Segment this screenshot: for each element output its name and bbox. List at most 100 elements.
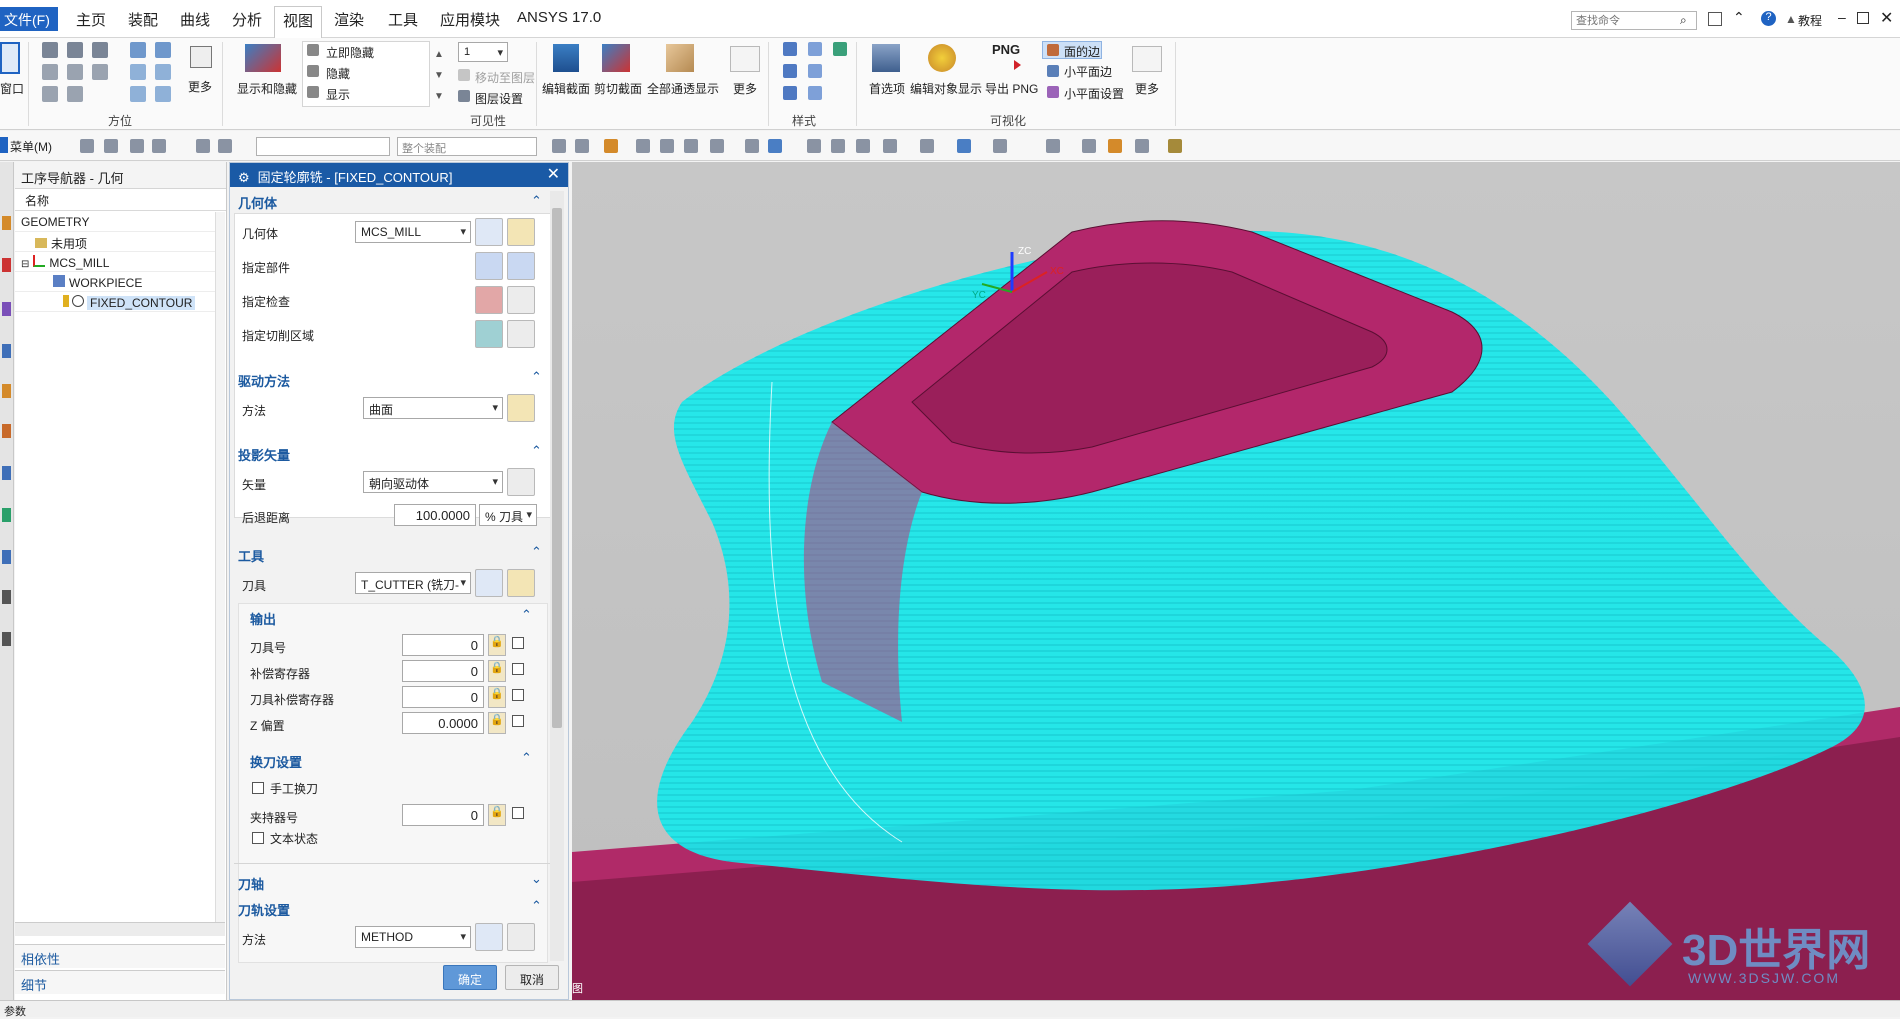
- window-icon[interactable]: [0, 42, 20, 74]
- collapse-icon[interactable]: ⊟: [21, 259, 29, 270]
- holder-checkbox[interactable]: [512, 807, 524, 819]
- point-center-icon[interactable]: [684, 139, 698, 153]
- pan-icon[interactable]: [130, 64, 146, 80]
- point-mid-icon[interactable]: [604, 139, 618, 153]
- edit-section-icon[interactable]: [553, 44, 579, 72]
- section-more-icon[interactable]: [730, 46, 760, 72]
- details-panel[interactable]: 细节: [15, 970, 225, 994]
- path-method-select[interactable]: METHOD: [355, 926, 471, 948]
- point-snap-icon[interactable]: [552, 139, 566, 153]
- section-tool-header[interactable]: 工具: [238, 546, 264, 565]
- help-icon[interactable]: ?: [1761, 11, 1776, 26]
- z-offset-lock-icon[interactable]: 🔒: [488, 712, 506, 734]
- adjust-register-input[interactable]: 0: [402, 660, 484, 682]
- z-offset-checkbox[interactable]: [512, 715, 524, 727]
- style-partial-icon[interactable]: [783, 64, 797, 78]
- select-all-icon[interactable]: [152, 139, 166, 153]
- show-hide-button[interactable]: 显示和隐藏: [237, 80, 297, 97]
- point-control-icon[interactable]: [636, 139, 650, 153]
- orient-icon[interactable]: [155, 86, 171, 102]
- view-right-icon[interactable]: [67, 64, 83, 80]
- section-path-header[interactable]: 刀轨设置: [238, 900, 290, 919]
- chevron-up-icon[interactable]: ⌃: [531, 369, 542, 385]
- immediate-hide-button[interactable]: 立即隐藏: [326, 44, 374, 61]
- resource-reuse-icon[interactable]: [2, 344, 11, 358]
- tutorial-link[interactable]: 教程: [1798, 12, 1822, 29]
- point-on-curve-icon[interactable]: [768, 139, 782, 153]
- move-to-layer-button[interactable]: 移动至图层: [475, 69, 535, 86]
- render-style-icon[interactable]: [920, 139, 934, 153]
- resource-roles-icon[interactable]: [2, 550, 11, 564]
- resource-hd3d-icon[interactable]: [2, 384, 11, 398]
- dialog-scroll-thumb[interactable]: [552, 208, 562, 728]
- hide-button[interactable]: 隐藏: [326, 65, 350, 82]
- small-face-settings-button[interactable]: 小平面设置: [1064, 85, 1124, 102]
- show-hide-icon[interactable]: [245, 44, 281, 72]
- orient-view-icon[interactable]: [883, 139, 897, 153]
- rotate-view-icon[interactable]: [856, 139, 870, 153]
- layer-settings-button[interactable]: 图层设置: [475, 90, 523, 107]
- snap-settings-icon[interactable]: [218, 139, 232, 153]
- holder-lock-icon[interactable]: 🔒: [488, 804, 506, 826]
- tree-row-fixed-contour[interactable]: FIXED_CONTOUR: [15, 292, 225, 312]
- dependency-panel[interactable]: 相依性: [15, 944, 225, 968]
- dialog-close-icon[interactable]: ✕: [547, 164, 560, 184]
- menu-button[interactable]: 菜单(M): [10, 138, 52, 155]
- preferences-button[interactable]: 首选项: [869, 80, 905, 97]
- view-bottom-icon[interactable]: [92, 64, 108, 80]
- style-shaded-icon[interactable]: [783, 42, 797, 56]
- adjust-register-lock-icon[interactable]: 🔒: [488, 660, 506, 682]
- edit-method-icon[interactable]: [507, 923, 535, 951]
- section-geometry-header[interactable]: 几何体: [238, 193, 277, 212]
- all-through-button[interactable]: 全部通透显示: [647, 80, 719, 97]
- measure-icon[interactable]: [1082, 139, 1096, 153]
- cutcom-register-input[interactable]: 0: [402, 686, 484, 708]
- point-existing-icon[interactable]: [745, 139, 759, 153]
- chevron-up-icon[interactable]: ⌃: [531, 898, 542, 914]
- hide-list-scroll[interactable]: ▲ ▼ ▼: [434, 44, 444, 107]
- edit-section-button[interactable]: 编辑截面: [542, 80, 590, 97]
- view-iso-icon[interactable]: [92, 42, 108, 58]
- tree-row-unused[interactable]: 未用项: [15, 232, 225, 252]
- new-geometry-icon[interactable]: [475, 218, 503, 246]
- resource-settings-icon[interactable]: [2, 632, 11, 646]
- zoom-view-icon[interactable]: [831, 139, 845, 153]
- cancel-button[interactable]: 取消: [505, 965, 559, 990]
- fit-icon[interactable]: [130, 42, 146, 58]
- z-offset-input[interactable]: 0.0000: [402, 712, 484, 734]
- new-method-icon[interactable]: [475, 923, 503, 951]
- preferences-icon[interactable]: [872, 44, 900, 72]
- edit-drive-icon[interactable]: [507, 394, 535, 422]
- small-faces-button[interactable]: 小平面边: [1064, 63, 1112, 80]
- resource-web-icon[interactable]: [2, 424, 11, 438]
- style-wire-icon[interactable]: [808, 42, 822, 56]
- refresh-icon[interactable]: [130, 86, 146, 102]
- fit-view-icon[interactable]: [807, 139, 821, 153]
- specify-part-icon[interactable]: [475, 252, 503, 280]
- section-tool-change-header[interactable]: 换刀设置: [250, 752, 302, 771]
- retract-unit-select[interactable]: % 刀具: [479, 504, 537, 526]
- menu-applications[interactable]: 应用模块: [440, 9, 500, 30]
- snap-icon[interactable]: [196, 139, 210, 153]
- zoom-icon[interactable]: [155, 42, 171, 58]
- chevron-up-icon[interactable]: ⌃: [531, 544, 542, 560]
- chevron-up-icon[interactable]: ⌃: [531, 443, 542, 459]
- navigator-column-name[interactable]: 名称: [15, 189, 226, 211]
- view-left-icon[interactable]: [42, 64, 58, 80]
- minimize-icon[interactable]: –: [1838, 9, 1846, 25]
- menu-assembly[interactable]: 装配: [128, 9, 158, 30]
- tool-select[interactable]: T_CUTTER (铣刀-: [355, 572, 471, 594]
- show-check-icon[interactable]: [507, 286, 535, 314]
- edit-object-display-icon[interactable]: [928, 44, 956, 72]
- menu-tools[interactable]: 工具: [388, 9, 418, 30]
- drive-method-select[interactable]: 曲面: [363, 397, 503, 419]
- edit-object-display-button[interactable]: 编辑对象显示: [910, 80, 982, 97]
- style-hidden-icon[interactable]: [808, 64, 822, 78]
- shaded-view-icon[interactable]: [957, 139, 971, 153]
- chevron-up-icon[interactable]: ⌃: [531, 193, 542, 209]
- clip-section-icon[interactable]: [602, 44, 630, 72]
- menu-view[interactable]: 视图: [274, 6, 323, 38]
- resource-palette-icon[interactable]: [2, 590, 11, 604]
- analysis-icon[interactable]: [1108, 139, 1122, 153]
- style-face-analysis-icon[interactable]: [808, 86, 822, 100]
